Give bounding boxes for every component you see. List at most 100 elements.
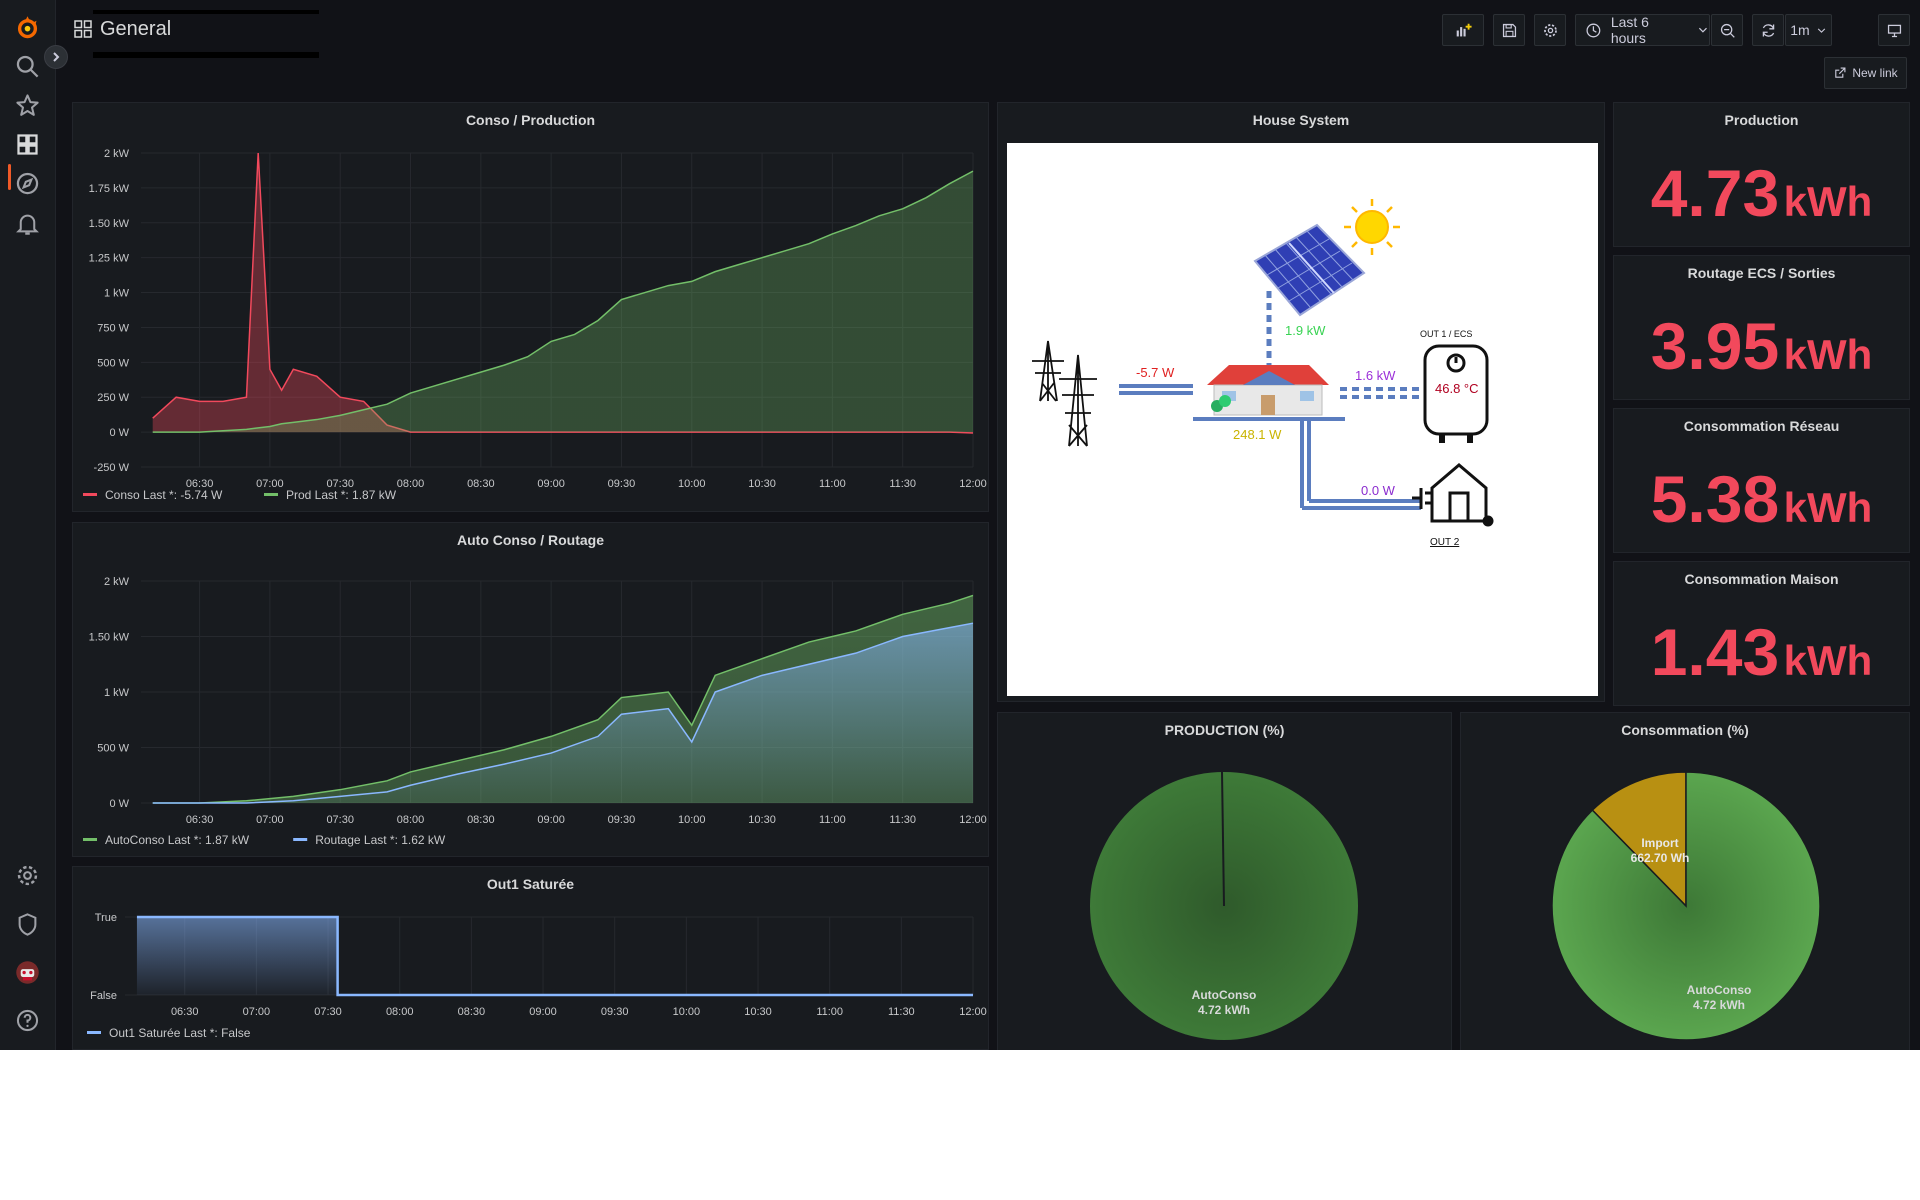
house-diagram-drawing: 1.9 kW -5.7 W 248.1 W 1.6 kW OUT 1 / ECS… (1032, 199, 1494, 548)
y-tick-label: -250 W (94, 462, 130, 474)
gear-icon (1543, 23, 1557, 37)
x-tick-label: 10:00 (678, 814, 706, 826)
panel-title[interactable]: Consommation Maison (1614, 571, 1909, 587)
house-diagram: 1.9 kW -5.7 W 248.1 W 1.6 kW OUT 1 / ECS… (1007, 143, 1598, 696)
sidebar (0, 0, 68, 1050)
stat-value: 3.95 kWh (1614, 308, 1909, 384)
redaction-bar (93, 10, 319, 58)
x-tick-label: 11:00 (819, 814, 846, 826)
house-icon (1207, 365, 1329, 416)
dashboard-settings-button[interactable] (1534, 14, 1566, 46)
panel-conso-production[interactable]: Conso / Production 2 kW 1.75 kW 1.50 kW 1.2… (72, 102, 989, 512)
y-tick-label: 1.75 kW (89, 183, 130, 195)
out1-chart[interactable]: True False 06:30 07:00 07:30 08:00 08:30 09:00 0… (73, 867, 990, 1050)
grid-power-label: -5.7 W (1136, 365, 1175, 380)
x-tick-label: 09:30 (608, 478, 636, 490)
x-tick-label: 09:00 (537, 814, 565, 826)
x-tick-label: 07:30 (326, 814, 354, 826)
x-tick-label: 10:30 (748, 814, 776, 826)
zoom-out-button[interactable] (1711, 14, 1743, 46)
out1-label: OUT 1 / ECS (1420, 329, 1472, 339)
legend-item: Out1 Saturée Last *: False (109, 1026, 251, 1040)
pie-value: 4.72 kWh (1693, 998, 1745, 1012)
panel-house-system[interactable]: House System 1.9 kW -5.7 W 248.1 W 1.6 k… (997, 102, 1605, 702)
refresh-button[interactable] (1752, 14, 1784, 46)
out2-power-label: 0.0 W (1361, 483, 1396, 498)
sun-icon (1344, 199, 1400, 255)
x-tick-label: 11:00 (816, 1006, 843, 1018)
y-tick-label: False (90, 990, 117, 1002)
legend-swatch (83, 838, 97, 841)
x-tick-label: 06:30 (186, 814, 214, 826)
y-tick-label: 1.50 kW (89, 632, 130, 644)
panel-title[interactable]: Consommation Réseau (1614, 418, 1909, 434)
dashboard-grid-icon (74, 20, 92, 38)
view-mode-button[interactable] (1878, 14, 1910, 46)
y-tick-label: 250 W (97, 392, 129, 404)
time-range-picker[interactable]: Last 6 hours (1575, 14, 1710, 46)
panel-auto-conso-routage[interactable]: Auto Conso / Routage 2 kW 1.50 kW 1 kW 500 … (72, 522, 989, 857)
auto-conso-chart[interactable]: 2 kW 1.50 kW 1 kW 500 W 0 W 06:30 07:00 07:30 08… (73, 523, 990, 858)
y-tick-label: True (95, 912, 117, 924)
refresh-interval-picker[interactable]: 1m (1785, 14, 1832, 46)
bell-icon[interactable] (14, 210, 41, 237)
stat-panel-conso-reseau[interactable]: Consommation Réseau 5.38 kWh (1613, 408, 1910, 553)
panel-production-pct[interactable]: PRODUCTION (%) AutoConso 4.72 kWh (997, 712, 1452, 1050)
stat-unit: kWh (1783, 484, 1873, 531)
sidebar-expand-button[interactable] (44, 45, 68, 69)
dashboards-icon[interactable] (14, 131, 41, 158)
conso-production-chart[interactable]: 2 kW 1.75 kW 1.50 kW 1.25 kW 1 kW 750 W 500 W 2… (73, 103, 990, 513)
pie-slice-autoconso[interactable] (1551, 771, 1821, 1041)
stat-unit: kWh (1783, 331, 1873, 378)
x-tick-label: 08:00 (397, 814, 425, 826)
stat-number: 1.43 (1650, 615, 1780, 689)
panel-consommation-pct[interactable]: Consommation (%) Import 662.70 Wh AutoCo… (1460, 712, 1910, 1050)
new-link-button[interactable]: New link (1824, 57, 1907, 89)
legend-swatch (87, 1031, 101, 1034)
clock-icon (1586, 23, 1601, 37)
consommation-pie-chart[interactable]: Import 662.70 Wh AutoConso 4.72 kWh (1461, 713, 1911, 1050)
shield-icon[interactable] (14, 911, 41, 938)
y-tick-label: 1 kW (104, 288, 130, 300)
gear-icon[interactable] (14, 862, 41, 889)
search-icon[interactable] (14, 53, 41, 80)
add-panel-button[interactable] (1442, 14, 1484, 46)
out1-power-label: 1.6 kW (1355, 368, 1396, 383)
pie-label: AutoConso (1687, 983, 1752, 997)
legend-swatch (293, 838, 308, 841)
x-tick-label: 12:00 (959, 478, 987, 490)
y-tick-label: 1.50 kW (89, 218, 130, 230)
y-tick-label: 1.25 kW (89, 253, 130, 265)
legend-item: AutoConso Last *: 1.87 kW (105, 833, 250, 847)
legend-swatch (83, 493, 97, 496)
panel-title[interactable]: House System (998, 112, 1604, 128)
help-icon[interactable] (14, 1007, 41, 1034)
x-tick-label: 08:30 (467, 814, 495, 826)
legend-swatch (264, 493, 278, 496)
panel-out1-saturee[interactable]: Out1 Saturée True False 06:30 07:00 07:30 08:… (72, 866, 989, 1050)
time-range-label: Last 6 hours (1610, 14, 1649, 46)
panel-title[interactable]: Routage ECS / Sorties (1614, 265, 1909, 281)
panel-title[interactable]: Production (1614, 112, 1909, 128)
compass-icon[interactable] (14, 170, 41, 197)
user-avatar-icon[interactable] (14, 959, 41, 986)
stat-panel-routage[interactable]: Routage ECS / Sorties 3.95 kWh (1613, 255, 1910, 400)
y-tick-label: 0 W (109, 427, 129, 439)
grafana-logo-icon[interactable] (14, 14, 41, 41)
x-tick-label: 12:00 (959, 814, 987, 826)
x-tick-label: 11:30 (889, 814, 916, 826)
x-tick-label: 10:00 (678, 478, 706, 490)
star-icon[interactable] (14, 92, 41, 119)
x-tick-label: 07:00 (256, 814, 284, 826)
stat-panel-conso-maison[interactable]: Consommation Maison 1.43 kWh (1613, 561, 1910, 706)
house-power-label: 248.1 W (1233, 427, 1282, 442)
stat-unit: kWh (1783, 178, 1873, 225)
x-tick-label: 09:00 (529, 1006, 557, 1018)
pie-label: AutoConso (1192, 988, 1257, 1002)
stat-panel-production[interactable]: Production 4.73 kWh (1613, 102, 1910, 247)
pie-label: Import (1641, 836, 1678, 850)
x-tick-label: 10:30 (748, 478, 776, 490)
production-pie-chart[interactable]: AutoConso 4.72 kWh (998, 713, 1453, 1050)
save-dashboard-button[interactable] (1493, 14, 1525, 46)
power-pylon-icon (1032, 340, 1097, 447)
